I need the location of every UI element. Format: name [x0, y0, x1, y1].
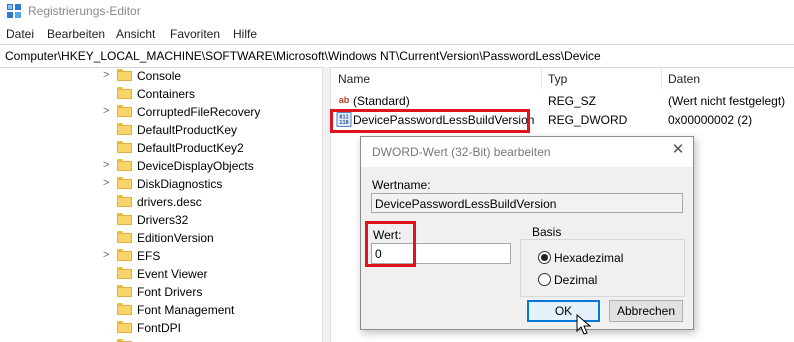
- value-name: (Standard): [353, 94, 410, 108]
- value-name-field: DevicePasswordLessBuildVersion: [371, 193, 683, 213]
- tree-item-label: Font Drivers: [137, 285, 203, 299]
- tree-item[interactable]: EditionVersion: [0, 229, 322, 247]
- tree-item-label: Containers: [137, 87, 196, 101]
- regedit-icon: [7, 4, 21, 18]
- tree-item-label: Console: [137, 69, 182, 83]
- column-divider[interactable]: [661, 67, 662, 89]
- folder-icon: [117, 177, 132, 189]
- folder-icon: [117, 321, 132, 333]
- folder-icon: [117, 105, 132, 117]
- radio-decimal[interactable]: [538, 273, 551, 286]
- folder-icon: [117, 213, 132, 225]
- tree-item-label: drivers.desc: [137, 195, 202, 209]
- highlight-box-value-name: [330, 109, 530, 133]
- folder-icon: [117, 141, 132, 153]
- column-divider[interactable]: [541, 67, 542, 89]
- value-name-label: Wertname:: [372, 178, 431, 192]
- folder-icon: [117, 267, 132, 279]
- tree-item-label: EditionVersion: [137, 231, 214, 245]
- tree-item-label: Font Management: [137, 303, 235, 317]
- key-tree[interactable]: > Console Containers > CorruptedFileReco…: [0, 67, 322, 342]
- value-row[interactable]: ab (Standard) REG_SZ (Wert nicht festgel…: [331, 92, 794, 110]
- tree-item[interactable]: Font Management: [0, 301, 322, 319]
- tree-item[interactable]: > EFS: [0, 247, 322, 265]
- folder-icon: [117, 195, 132, 207]
- dialog-title: DWORD-Wert (32-Bit) bearbeiten: [372, 145, 551, 159]
- tree-item[interactable]: > Console: [0, 67, 322, 85]
- tree-item[interactable]: Containers: [0, 85, 322, 103]
- expand-chevron-icon[interactable]: >: [103, 249, 109, 261]
- expand-chevron-icon[interactable]: >: [103, 69, 109, 81]
- tree-item[interactable]: FontDPI: [0, 319, 322, 337]
- radio-decimal-label[interactable]: Dezimal: [554, 273, 597, 287]
- tree-item[interactable]: drivers.desc: [0, 193, 322, 211]
- tree-item[interactable]: Drivers32: [0, 211, 322, 229]
- cancel-button[interactable]: Abbrechen: [609, 300, 683, 322]
- folder-icon: [117, 303, 132, 315]
- radio-hexadecimal[interactable]: [538, 251, 551, 264]
- tree-item-label: FontDPI: [137, 321, 182, 335]
- menu-ansicht[interactable]: Ansicht: [116, 27, 155, 41]
- cancel-button-label: Abbrechen: [616, 304, 676, 318]
- menu-bar: Datei Bearbeiten Ansicht Favoriten Hilfe: [0, 22, 794, 44]
- column-header-data[interactable]: Daten: [668, 72, 700, 86]
- expand-chevron-icon[interactable]: >: [103, 177, 109, 189]
- menu-bearbeiten[interactable]: Bearbeiten: [47, 27, 105, 41]
- basis-group: Hexadezimal Dezimal: [520, 239, 685, 297]
- tree-item-label: CorruptedFileRecovery: [137, 105, 261, 119]
- basis-group-label: Basis: [530, 225, 564, 239]
- value-name-text: DevicePasswordLessBuildVersion: [375, 197, 557, 211]
- highlight-box-value-field: [365, 221, 416, 267]
- folder-icon: [117, 249, 132, 261]
- address-bar[interactable]: Computer\HKEY_LOCAL_MACHINE\SOFTWARE\Mic…: [0, 44, 794, 68]
- column-header-name[interactable]: Name: [338, 72, 370, 86]
- tree-item-label: EFS: [137, 249, 161, 263]
- folder-icon: [117, 123, 132, 135]
- expand-chevron-icon[interactable]: >: [103, 105, 109, 117]
- tree-item-label: DefaultProductKey: [137, 123, 238, 137]
- string-value-icon: ab: [338, 95, 350, 105]
- tree-item[interactable]: Font Drivers: [0, 283, 322, 301]
- tree-item-label: DeviceDisplayObjects: [137, 159, 254, 173]
- folder-icon: [117, 69, 132, 81]
- tree-item[interactable]: [0, 337, 322, 342]
- column-header-type[interactable]: Typ: [548, 72, 567, 86]
- tree-item-label: Event Viewer: [137, 267, 208, 281]
- expand-chevron-icon[interactable]: >: [103, 159, 109, 171]
- folder-icon: [117, 87, 132, 99]
- window-title: Registrierungs-Editor: [28, 4, 141, 18]
- radio-hexadecimal-label[interactable]: Hexadezimal: [554, 251, 623, 265]
- tree-item[interactable]: > DeviceDisplayObjects: [0, 157, 322, 175]
- tree-item[interactable]: Event Viewer: [0, 265, 322, 283]
- mouse-pointer-icon: [576, 314, 592, 335]
- tree-item-label: DiskDiagnostics: [137, 177, 223, 191]
- tree-item[interactable]: > CorruptedFileRecovery: [0, 103, 322, 121]
- value-type: REG_DWORD: [548, 113, 628, 127]
- address-path[interactable]: Computer\HKEY_LOCAL_MACHINE\SOFTWARE\Mic…: [5, 49, 601, 63]
- value-data: 0x00000002 (2): [668, 113, 753, 127]
- tree-item-label: DefaultProductKey2: [137, 141, 244, 155]
- tree-item[interactable]: DefaultProductKey2: [0, 139, 322, 157]
- menu-favoriten[interactable]: Favoriten: [170, 27, 220, 41]
- menu-datei[interactable]: Datei: [6, 27, 34, 41]
- close-icon[interactable]: ✕: [668, 141, 688, 159]
- ok-button-label: OK: [554, 304, 573, 318]
- value-type: REG_SZ: [548, 94, 597, 108]
- folder-icon: [117, 231, 132, 243]
- tree-item-label: Drivers32: [137, 213, 189, 227]
- tree-item[interactable]: DefaultProductKey: [0, 121, 322, 139]
- tree-item[interactable]: > DiskDiagnostics: [0, 175, 322, 193]
- value-data: (Wert nicht festgelegt): [668, 94, 786, 108]
- folder-icon: [117, 159, 132, 171]
- folder-icon: [117, 285, 132, 297]
- title-bar: Registrierungs-Editor: [0, 0, 794, 22]
- menu-hilfe[interactable]: Hilfe: [233, 27, 257, 41]
